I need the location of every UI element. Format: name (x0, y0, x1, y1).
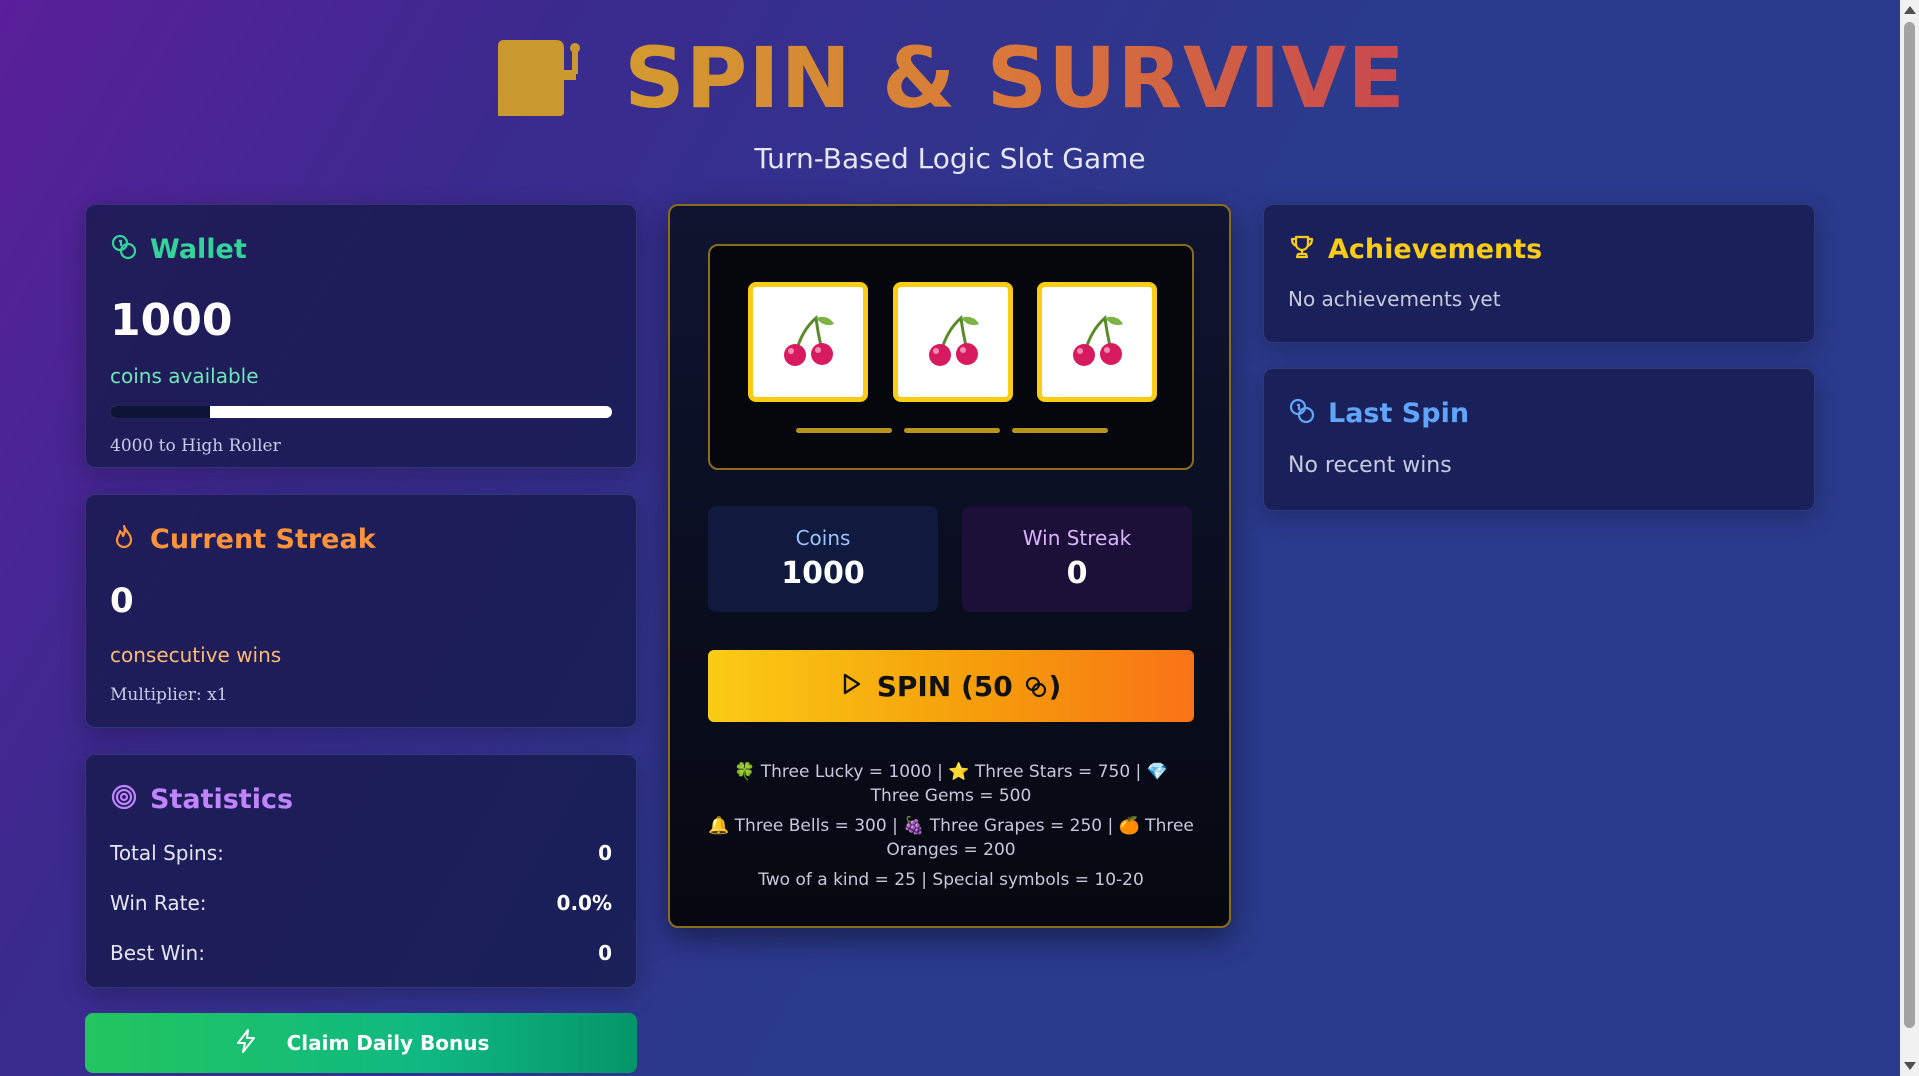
win-streak-box: Win Streak 0 (962, 506, 1192, 612)
scroll-up-arrow[interactable] (1904, 6, 1916, 14)
paytable-line-1-text: Three Lucky = 1000 | ⭐ Three Stars = 750… (760, 762, 1168, 806)
achievements-empty: No achievements yet (1288, 287, 1501, 311)
slot-machine-icon (494, 36, 586, 120)
reel-window (708, 244, 1194, 470)
target-icon (110, 783, 138, 815)
streak-caption: consecutive wins (110, 643, 282, 667)
progress-track (110, 406, 211, 418)
achievements-header: Achievements (1288, 233, 1790, 265)
streak-title: Current Streak (150, 523, 376, 555)
paytable-line-2: 🔔 Three Bells = 300 | 🍇 Three Grapes = 2… (708, 814, 1194, 862)
coins-label: Coins (795, 526, 851, 550)
stat-label: Best Win: (110, 941, 205, 965)
stat-row-best-win: Best Win: 0 (110, 941, 612, 965)
wallet-header: Wallet (110, 233, 612, 265)
win-streak-value: 0 (1066, 556, 1088, 591)
streak-header: Current Streak (110, 523, 612, 555)
page-subtitle: Turn-Based Logic Slot Game (754, 142, 1146, 175)
wallet-panel: Wallet 1000 coins available 4000 to High… (85, 204, 637, 468)
claim-daily-bonus-button[interactable]: Claim Daily Bonus (85, 1013, 637, 1073)
clover-icon: 🍀 (734, 762, 756, 782)
play-icon (841, 670, 863, 703)
stat-row-win-rate: Win Rate: 0.0% (110, 891, 612, 915)
last-spin-header: Last Spin (1288, 397, 1790, 429)
stat-value: 0.0% (556, 891, 612, 915)
spin-label-text: SPIN (50 (876, 669, 1013, 703)
coins-icon (110, 233, 138, 265)
achievements-panel: Achievements No achievements yet (1263, 204, 1815, 343)
stat-label: Win Rate: (110, 891, 207, 915)
win-streak-label: Win Streak (1022, 526, 1132, 550)
title-row: SPIN & SURVIVE (0, 28, 1900, 128)
stat-value: 0 (598, 941, 612, 965)
spin-button[interactable]: SPIN (50 ) (708, 650, 1194, 722)
paytable-line-3: Two of a kind = 25 | Special symbols = 1… (758, 870, 1144, 890)
reel-3 (1037, 282, 1157, 402)
page-title: SPIN & SURVIVE (624, 29, 1406, 127)
reel-2 (893, 282, 1013, 402)
wallet-caption: coins available (110, 364, 259, 388)
spin-label-suffix: ) (1048, 669, 1062, 703)
wallet-amount: 1000 (110, 295, 233, 346)
wallet-title: Wallet (150, 233, 247, 265)
slot-machine: Coins 1000 Win Streak 0 SPIN (50 ) 🍀 Thr… (668, 204, 1231, 928)
statistics-header: Statistics (110, 783, 612, 815)
stat-value: 0 (598, 841, 612, 865)
coins-icon (1288, 397, 1316, 429)
game-page: SPIN & SURVIVE Turn-Based Logic Slot Gam… (0, 0, 1900, 1076)
reel-1 (748, 282, 868, 402)
high-roller-progress (110, 406, 612, 418)
payline (796, 428, 892, 433)
bell-icon: 🔔 (708, 816, 730, 836)
page-scrollbar[interactable] (1900, 0, 1919, 1076)
last-spin-title: Last Spin (1328, 397, 1470, 429)
trophy-icon (1288, 233, 1316, 265)
payline (904, 428, 1000, 433)
cherries-icon (1065, 308, 1129, 376)
scroll-down-arrow[interactable] (1904, 1062, 1916, 1070)
stat-label: Total Spins: (110, 841, 224, 865)
streak-panel: Current Streak 0 consecutive wins Multip… (85, 494, 637, 728)
bonus-label: Claim Daily Bonus (286, 1031, 490, 1055)
progress-note: 4000 to High Roller (110, 436, 281, 456)
coins-box: Coins 1000 (708, 506, 938, 612)
flame-icon (110, 523, 138, 555)
lightning-icon (233, 1028, 259, 1059)
paytable-line-1: 🍀 Three Lucky = 1000 | ⭐ Three Stars = 7… (708, 760, 1194, 808)
streak-value: 0 (110, 581, 134, 621)
paytable-line-2-text: Three Bells = 300 | 🍇 Three Grapes = 250… (734, 816, 1194, 860)
paytable: 🍀 Three Lucky = 1000 | ⭐ Three Stars = 7… (708, 760, 1194, 898)
statistics-title: Statistics (150, 783, 294, 815)
spin-label: SPIN (50 ) (877, 670, 1062, 703)
stat-row-total-spins: Total Spins: 0 (110, 841, 612, 865)
cherries-icon (921, 308, 985, 376)
header: SPIN & SURVIVE Turn-Based Logic Slot Gam… (0, 28, 1900, 175)
cherries-icon (776, 308, 840, 376)
statistics-panel: Statistics Total Spins: 0 Win Rate: 0.0%… (85, 754, 637, 988)
scroll-thumb[interactable] (1904, 22, 1915, 1028)
last-spin-panel: Last Spin No recent wins (1263, 368, 1815, 511)
multiplier-note: Multiplier: x1 (110, 685, 228, 705)
coins-value: 1000 (781, 556, 865, 591)
achievements-title: Achievements (1328, 233, 1543, 265)
last-spin-empty: No recent wins (1288, 453, 1452, 478)
payline (1012, 428, 1108, 433)
coin-icon (1025, 676, 1046, 697)
